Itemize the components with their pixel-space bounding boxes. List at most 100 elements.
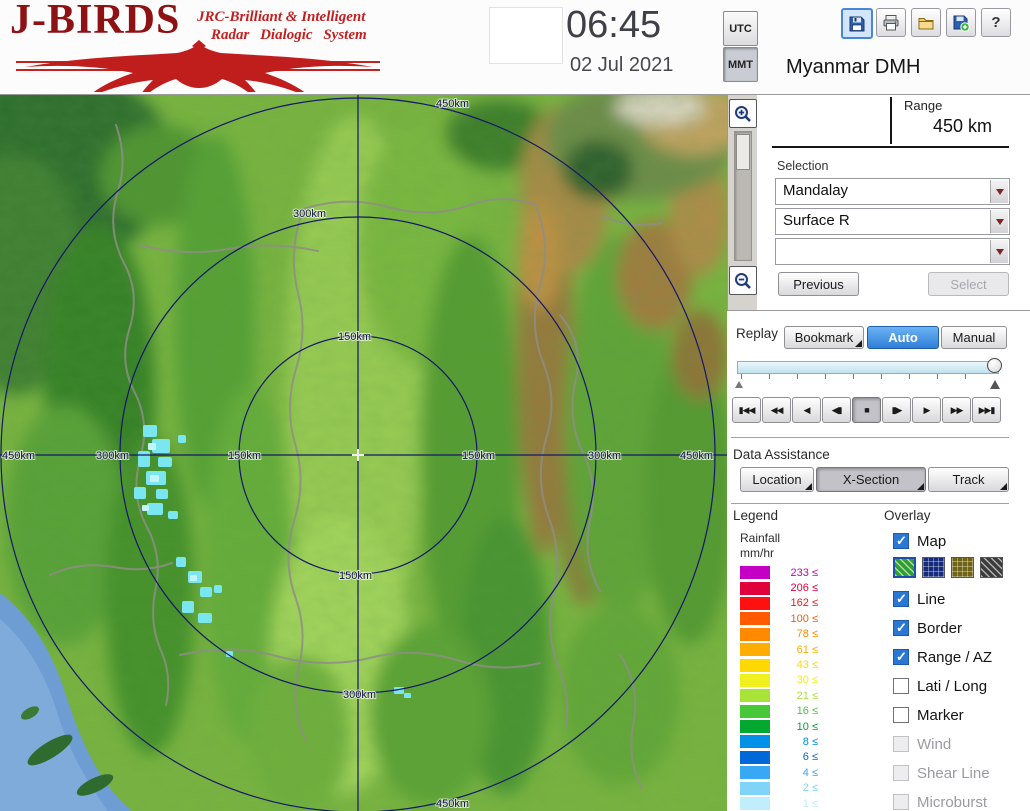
legend-row: 233 ≤ <box>740 565 818 580</box>
playback-play-button[interactable]: ▶ <box>912 397 941 423</box>
map-style-swatch-navy[interactable] <box>922 557 945 578</box>
checkbox <box>893 794 909 810</box>
track-button[interactable]: Track <box>928 467 1009 492</box>
map-style-swatch-olive[interactable] <box>951 557 974 578</box>
overlay-item-label: Line <box>917 590 946 608</box>
legend-row: 4 ≤ <box>740 765 818 780</box>
legend-value: 233 ≤ <box>790 566 818 579</box>
overlay-item-range-az[interactable]: Range / AZ <box>893 648 992 666</box>
map-scrollbar[interactable] <box>734 131 752 261</box>
legend-row: 8 ≤ <box>740 734 818 749</box>
export-disk-icon <box>953 15 970 32</box>
playback-fast-rewind-button[interactable]: ◀◀ <box>762 397 791 423</box>
playback-stop-button[interactable]: ■ <box>852 397 881 423</box>
playback-skip-end-button[interactable]: ▶▶▮ <box>972 397 1001 423</box>
legend-row: 2 ≤ <box>740 780 818 795</box>
playback-toolbar: ▮◀◀ ◀◀ ◀ ◀▮ ■ ▮▶ ▶ ▶▶ ▶▶▮ <box>732 397 1001 423</box>
checkbox[interactable] <box>893 678 909 694</box>
save-button[interactable] <box>841 8 873 39</box>
playback-step-back-button[interactable]: ◀▮ <box>822 397 851 423</box>
previous-button[interactable]: Previous <box>778 272 859 296</box>
playback-play-reverse-button[interactable]: ◀ <box>792 397 821 423</box>
replay-slider-track[interactable] <box>737 361 999 374</box>
zoom-in-button[interactable] <box>729 99 757 128</box>
selection-dropdown-option[interactable] <box>775 238 1010 265</box>
dropdown-value: Surface R <box>783 212 850 229</box>
legend-color-swatch <box>740 658 770 672</box>
print-button[interactable] <box>876 8 906 37</box>
replay-slider[interactable] <box>735 357 1007 389</box>
ring-label: 450km <box>436 798 469 810</box>
export-button[interactable] <box>946 8 976 37</box>
dropdown-arrow-button[interactable] <box>990 180 1008 203</box>
playback-skip-start-button[interactable]: ▮◀◀ <box>732 397 761 423</box>
playback-fast-forward-button[interactable]: ▶▶ <box>942 397 971 423</box>
legend-row: 16 ≤ <box>740 704 818 719</box>
bookmark-button[interactable]: Bookmark <box>784 326 864 349</box>
legend-value: 61 ≤ <box>796 643 818 656</box>
open-button[interactable] <box>911 8 941 37</box>
dropdown-arrow-button[interactable] <box>990 240 1008 263</box>
ring-label: 150km <box>228 450 261 462</box>
ring-label: 450km <box>436 98 469 110</box>
overlay-item-label: Wind <box>917 735 952 753</box>
overlay-item-lati-long[interactable]: Lati / Long <box>893 677 987 695</box>
legend-value: 30 ≤ <box>796 674 818 687</box>
overlay-item-shear-line: Shear Line <box>893 764 990 782</box>
map-canvas: 450km 300km 150km 450km 300km 150km 150k… <box>0 65 750 811</box>
replay-slider-thumb[interactable] <box>987 358 1002 373</box>
legend-row: 1 ≤ <box>740 796 818 811</box>
selection-dropdown-site[interactable]: Mandalay <box>775 178 1010 205</box>
playback-step-forward-button[interactable]: ▮▶ <box>882 397 911 423</box>
checkbox[interactable] <box>893 649 909 665</box>
folder-icon <box>918 17 934 29</box>
checkbox[interactable] <box>893 533 909 549</box>
ring-label: 300km <box>96 450 129 462</box>
overlay-item-label: Shear Line <box>917 764 990 782</box>
magnifier-plus-icon <box>735 105 751 122</box>
legend-color-swatch <box>740 720 770 734</box>
location-button[interactable]: Location <box>740 467 814 492</box>
checkbox[interactable] <box>893 591 909 607</box>
map-style-swatch-green[interactable] <box>893 557 916 578</box>
overlay-item-marker[interactable]: Marker <box>893 706 964 724</box>
legend-row: 206 ≤ <box>740 580 818 595</box>
legend-color-swatch <box>740 735 770 749</box>
checkbox[interactable] <box>893 620 909 636</box>
dropdown-arrow-button[interactable] <box>990 210 1008 233</box>
legend-row: 10 ≤ <box>740 719 818 734</box>
ring-label: 450km <box>680 450 713 462</box>
range-value: 450 km <box>932 116 992 136</box>
ring-label: 150km <box>462 450 495 462</box>
utc-button[interactable]: UTC <box>723 11 758 46</box>
auto-mode-button[interactable]: Auto <box>867 326 939 349</box>
legend-color-swatch <box>740 766 770 780</box>
zoom-out-button[interactable] <box>729 266 757 295</box>
selection-label: Selection <box>777 159 829 173</box>
ring-label: 300km <box>293 208 326 220</box>
overlay-item-border[interactable]: Border <box>893 619 962 637</box>
legend-row: 21 ≤ <box>740 688 818 703</box>
replay-slider-ticks <box>741 374 993 379</box>
map-scrollbar-thumb[interactable] <box>736 134 750 170</box>
control-panel: Replay Bookmark Auto Manual ▮◀◀ ◀◀ ◀ ◀▮ … <box>727 310 1030 811</box>
overlay-item-line[interactable]: Line <box>893 590 945 608</box>
radar-map[interactable]: 450km 300km 150km 450km 300km 150km 150k… <box>0 65 750 811</box>
legend-color-swatch <box>740 689 770 703</box>
help-button[interactable]: ? <box>981 8 1011 37</box>
overlay-item-label: Marker <box>917 706 964 724</box>
manual-mode-button[interactable]: Manual <box>941 326 1007 349</box>
slider-position-marker <box>990 375 1000 389</box>
checkbox[interactable] <box>893 707 909 723</box>
mmt-button[interactable]: MMT <box>723 47 758 82</box>
chevron-down-icon <box>995 249 1004 259</box>
separator <box>731 437 1009 438</box>
legend-color-swatch <box>740 704 770 718</box>
legend-value: 2 ≤ <box>802 782 818 795</box>
overlay-item-map[interactable]: Map <box>893 532 946 550</box>
header-blank-box <box>489 7 563 64</box>
selection-dropdown-product[interactable]: Surface R <box>775 208 1010 235</box>
map-style-swatch-charcoal[interactable] <box>980 557 1003 578</box>
legend-value: 43 ≤ <box>796 659 818 672</box>
xsection-button[interactable]: X-Section <box>816 467 926 492</box>
